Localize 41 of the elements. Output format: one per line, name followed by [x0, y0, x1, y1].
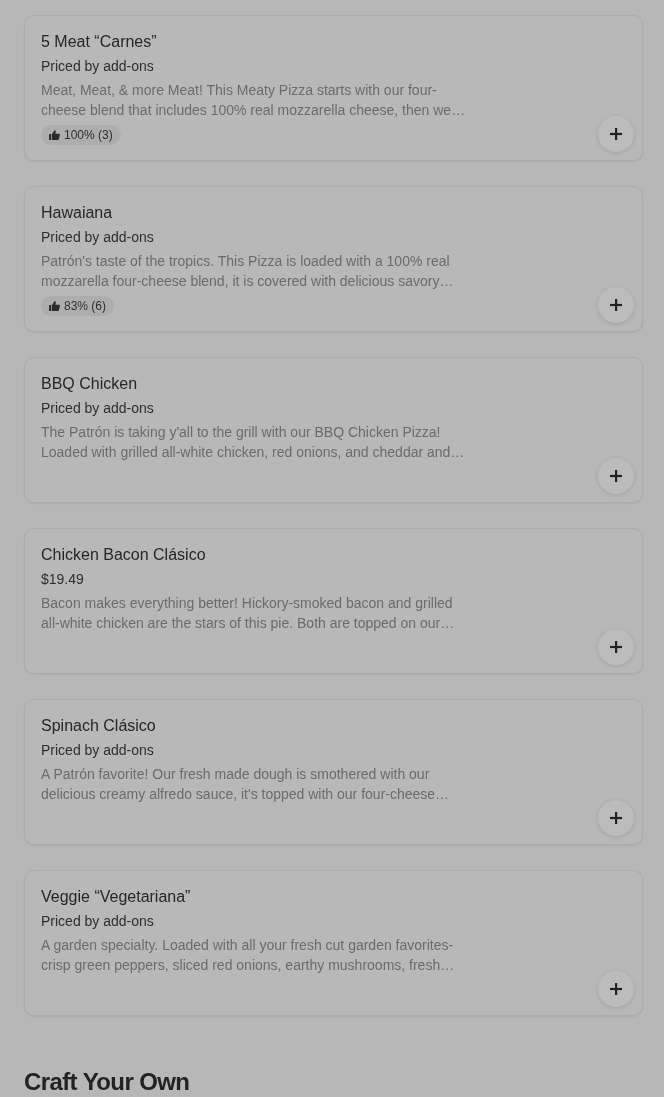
- item-price: Priced by add-ons: [41, 57, 154, 76]
- thumbs-up-icon: [49, 130, 60, 140]
- plus-icon: [610, 299, 622, 311]
- item-description: Meat, Meat, & more Meat! This Meaty Pizza starts with our four-cheese blend that includes 100% real mozzarella cheese, then we…: [41, 81, 467, 120]
- item-description: A Patrón favorite! Our fresh made dough is smothered with our delicious creamy alfredo sauce, it's topped with our four-cheese…: [41, 765, 451, 804]
- plus-icon: [610, 641, 622, 653]
- item-price: Priced by add-ons: [41, 741, 154, 760]
- add-button[interactable]: [598, 116, 634, 152]
- item-name: 5 Meat “Carnes”: [41, 32, 157, 52]
- item-name: Chicken Bacon Clásico: [41, 545, 206, 565]
- item-description: The Patrón is taking y'all to the grill with our BBQ Chicken Pizza! Loaded with grilled all-white chicken, red onions, and cheddar and…: [41, 423, 466, 462]
- add-button[interactable]: [598, 971, 634, 1007]
- menu-item-card[interactable]: 5 Meat “Carnes” Priced by add-ons Meat, Meat, & more Meat! This Meaty Pizza starts with our four-cheese blend that includes 100% real mozzarella cheese, then we… 100% (3): [24, 15, 643, 161]
- item-price: Priced by add-ons: [41, 399, 154, 418]
- menu-item-card[interactable]: BBQ Chicken Priced by add-ons The Patrón is taking y'all to the grill with our BBQ Chicken Pizza! Loaded with grilled all-white chicken, red onions, and cheddar and…: [24, 357, 643, 503]
- menu-item-card[interactable]: Chicken Bacon Clásico $19.49 Bacon makes everything better! Hickory-smoked bacon and grilled all-white chicken are the stars of this pie. Both are topped on our…: [24, 528, 643, 674]
- rating-text: 83% (6): [64, 298, 107, 314]
- item-description: Bacon makes everything better! Hickory-smoked bacon and grilled all-white chicken are the stars of this pie. Both are topped on our…: [41, 594, 456, 633]
- item-description: Patrón's taste of the tropics. This Pizza is loaded with a 100% real mozzarella four-cheese blend, it is covered with delicious savory…: [41, 252, 455, 291]
- item-name: Spinach Clásico: [41, 716, 156, 736]
- item-name: BBQ Chicken: [41, 374, 138, 394]
- menu-item-card[interactable]: Hawaiana Priced by add-ons Patrón's taste of the tropics. This Pizza is loaded with a 100% real mozzarella four-cheese blend, it is covered with delicious savory… 83% (6): [24, 186, 643, 332]
- item-name: Veggie “Vegetariana”: [41, 887, 191, 907]
- item-description: A garden specialty. Loaded with all your fresh cut garden favorites-crisp green peppers, sliced red onions, earthy mushrooms, fresh…: [41, 936, 456, 975]
- rating-text: 100% (3): [64, 127, 113, 143]
- menu-item-card[interactable]: Veggie “Vegetariana” Priced by add-ons A garden specialty. Loaded with all your fresh cut garden favorites-crisp green peppers, sliced red onions, earthy mushrooms, fresh…: [24, 870, 643, 1016]
- menu-item-card[interactable]: Spinach Clásico Priced by add-ons A Patrón favorite! Our fresh made dough is smothered with our delicious creamy alfredo sauce, it's topped with our four-cheese…: [24, 699, 643, 845]
- add-button[interactable]: [598, 629, 634, 665]
- item-price: $19.49: [41, 570, 84, 589]
- section-heading: Craft Your Own: [24, 1068, 191, 1096]
- item-price: Priced by add-ons: [41, 228, 154, 247]
- add-button[interactable]: [598, 458, 634, 494]
- add-button[interactable]: [598, 800, 634, 836]
- item-name: Hawaiana: [41, 203, 113, 223]
- plus-icon: [610, 983, 622, 995]
- plus-icon: [610, 470, 622, 482]
- plus-icon: [610, 128, 622, 140]
- plus-icon: [610, 812, 622, 824]
- item-price: Priced by add-ons: [41, 912, 154, 931]
- thumbs-up-icon: [49, 301, 60, 311]
- add-button[interactable]: [598, 287, 634, 323]
